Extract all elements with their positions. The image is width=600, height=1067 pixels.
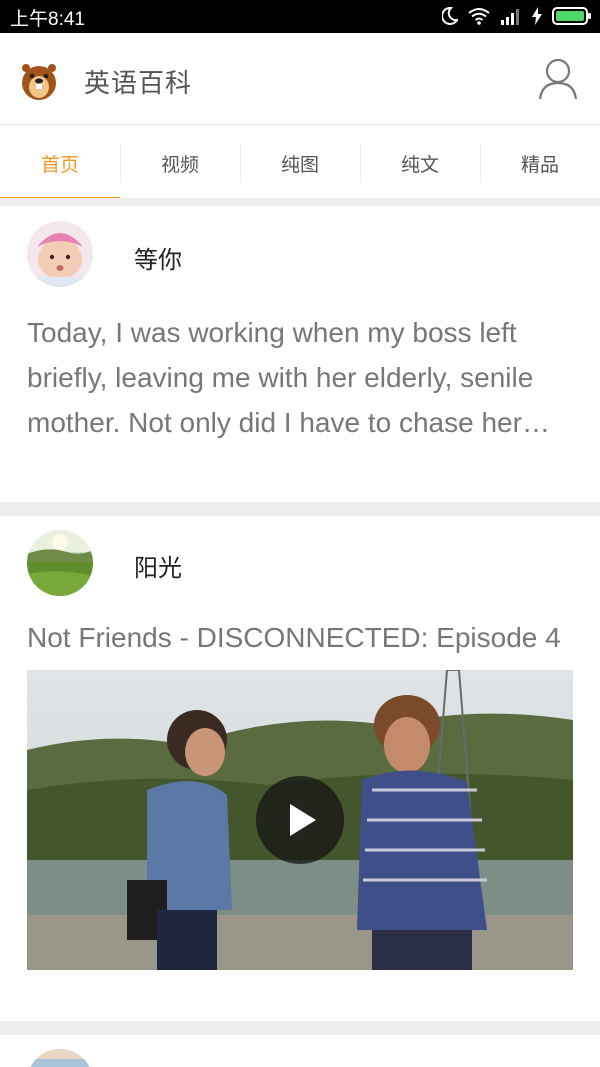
- app-title: 英语百科: [84, 69, 193, 99]
- app-header: 英语百科: [0, 33, 600, 125]
- baby-photo: [27, 221, 93, 287]
- feed-card-partial[interactable]: [0, 1035, 600, 1067]
- user-icon[interactable]: [538, 57, 578, 101]
- charging-icon: [532, 7, 542, 25]
- tab-divider: [0, 198, 600, 206]
- beaver-logo: [22, 64, 56, 100]
- avatar[interactable]: [27, 221, 93, 287]
- meadow-photo: [27, 530, 93, 596]
- tab-pictures[interactable]: 纯图: [240, 125, 360, 201]
- battery-icon: [552, 7, 591, 25]
- avatar[interactable]: [27, 1049, 93, 1067]
- feed-separator: [0, 502, 600, 516]
- signal-icon: [501, 9, 519, 25]
- video-title[interactable]: Not Friends - DISCONNECTED: Episode 4: [27, 622, 561, 654]
- play-icon: [290, 804, 316, 836]
- username[interactable]: 等你: [134, 240, 182, 275]
- feed-card-video[interactable]: 阳光 Not Friends - DISCONNECTED: Episode 4: [0, 516, 600, 1021]
- wifi-icon: [468, 8, 490, 25]
- post-text[interactable]: Today, I was working when my boss left b…: [27, 310, 575, 445]
- avatar-photo: [27, 1049, 93, 1067]
- tab-home[interactable]: 首页: [0, 125, 120, 201]
- avatar[interactable]: [27, 530, 93, 596]
- tab-text[interactable]: 纯文: [360, 125, 480, 201]
- feed-separator: [0, 1021, 600, 1035]
- feed-card-text[interactable]: 等你 Today, I was working when my boss lef…: [0, 206, 600, 502]
- tab-bar: 首页 视频 纯图 纯文 精品: [0, 125, 600, 201]
- username[interactable]: 阳光: [134, 548, 182, 583]
- tab-video[interactable]: 视频: [120, 125, 240, 201]
- video-thumbnail[interactable]: [27, 670, 573, 970]
- status-time: 上午8:41: [10, 9, 85, 30]
- status-bar: 上午8:41: [0, 0, 600, 33]
- moon-icon: [442, 7, 458, 25]
- tab-featured[interactable]: 精品: [480, 125, 600, 201]
- play-button[interactable]: [256, 776, 344, 864]
